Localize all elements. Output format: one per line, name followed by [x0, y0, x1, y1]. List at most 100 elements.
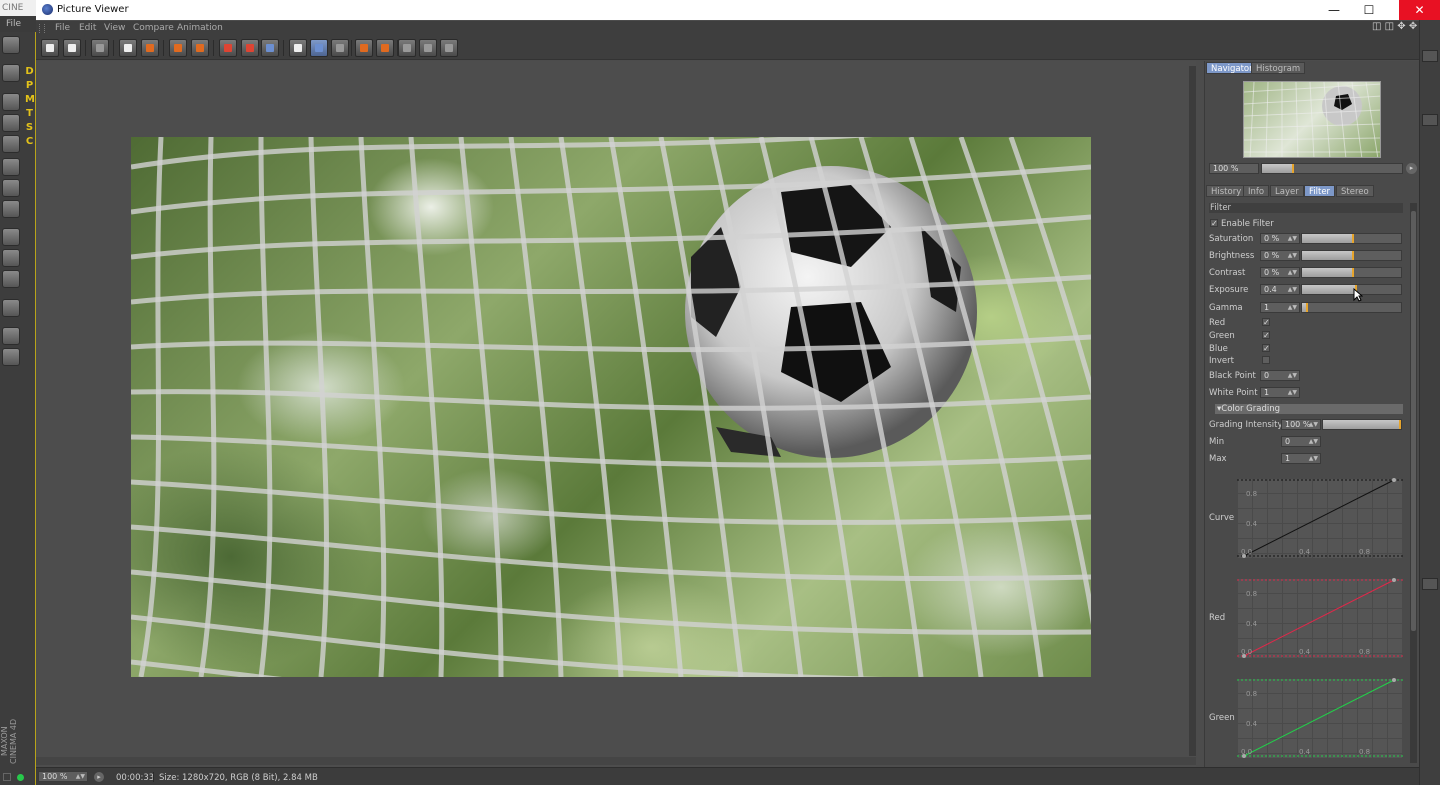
- right-tool-icon[interactable]: [1422, 114, 1438, 126]
- compare-icon[interactable]: [289, 39, 307, 57]
- save-icon[interactable]: [63, 39, 81, 57]
- panel-scrollbar-thumb[interactable]: [1411, 211, 1416, 631]
- menu-animation[interactable]: Animation: [177, 23, 223, 33]
- stepper-icon[interactable]: ▲▼: [1288, 388, 1297, 397]
- stepper-icon[interactable]: ▲▼: [1309, 437, 1318, 446]
- image-viewport[interactable]: [36, 61, 1196, 767]
- color-grading-header[interactable]: ▾Color Grading: [1215, 404, 1403, 414]
- hand-icon[interactable]: [2, 249, 20, 267]
- tab-filter[interactable]: Filter: [1304, 185, 1336, 197]
- background-menu-file[interactable]: File: [0, 16, 36, 32]
- maximize-button[interactable]: ☐: [1352, 0, 1386, 20]
- blue-channel-checkbox[interactable]: ✓: [1262, 344, 1270, 353]
- region-icon[interactable]: [119, 39, 137, 57]
- green-channel-checkbox[interactable]: ✓: [1262, 331, 1270, 340]
- tab-histogram[interactable]: Histogram: [1251, 62, 1306, 74]
- ab-icon[interactable]: [331, 39, 349, 57]
- panel-toggle-icon[interactable]: ◫: [1372, 21, 1381, 32]
- layer-icon[interactable]: [2, 135, 20, 153]
- frame-a-icon[interactable]: [219, 39, 237, 57]
- menu-edit[interactable]: Edit: [79, 23, 96, 33]
- stepper-icon[interactable]: ▲▼: [1288, 268, 1297, 277]
- gamma-field[interactable]: 1 ▲▼: [1260, 302, 1300, 313]
- frame-b-icon[interactable]: [241, 39, 259, 57]
- set-a-icon[interactable]: [355, 39, 373, 57]
- green-curve-editor[interactable]: 0.8 0.4 0.0 0.4 0.8: [1237, 678, 1403, 758]
- viewport-horizontal-scrollbar[interactable]: [36, 757, 1196, 765]
- master-curve-editor[interactable]: 0.8 0.4 0.0 0.4 0.8: [1237, 478, 1403, 558]
- play-icon[interactable]: ▸: [94, 772, 104, 782]
- min-field[interactable]: 0 ▲▼: [1281, 436, 1321, 447]
- minimize-button[interactable]: —: [1317, 0, 1351, 20]
- undo-icon[interactable]: [2, 36, 20, 54]
- tab-layer[interactable]: Layer: [1270, 185, 1304, 197]
- menu-view[interactable]: View: [104, 23, 125, 33]
- edge-icon[interactable]: [2, 200, 20, 218]
- import-icon[interactable]: [191, 39, 209, 57]
- gamma-slider[interactable]: [1301, 302, 1402, 313]
- stepper-icon[interactable]: ▲▼: [1309, 420, 1318, 429]
- white-point-field[interactable]: 1 ▲▼: [1260, 387, 1300, 398]
- stepper-icon[interactable]: ▲▼: [1288, 251, 1297, 260]
- swap-icon[interactable]: [398, 39, 416, 57]
- right-tool-icon[interactable]: [1422, 50, 1438, 62]
- tab-history[interactable]: History: [1206, 185, 1247, 197]
- viewport-vertical-scrollbar[interactable]: [1189, 66, 1196, 756]
- black-point-field[interactable]: 0 ▲▼: [1260, 370, 1300, 381]
- stepper-icon[interactable]: ▲▼: [1288, 285, 1297, 294]
- tab-stereo[interactable]: Stereo: [1336, 185, 1374, 197]
- clapper-icon[interactable]: [141, 39, 159, 57]
- open-icon[interactable]: [41, 39, 59, 57]
- brightness-slider[interactable]: [1301, 250, 1402, 261]
- right-tool-icon[interactable]: [1422, 578, 1438, 590]
- stepper-icon[interactable]: ▲▼: [1309, 454, 1318, 463]
- object-icon[interactable]: [2, 158, 20, 176]
- render-icon[interactable]: [261, 39, 279, 57]
- brightness-field[interactable]: 0 % ▲▼: [1260, 250, 1300, 261]
- saturation-field[interactable]: 0 % ▲▼: [1260, 233, 1300, 244]
- expand-arrows-icon[interactable]: ✥: [1409, 21, 1417, 32]
- panel-scrollbar[interactable]: [1410, 203, 1417, 763]
- move-tool-icon[interactable]: [2, 64, 20, 82]
- grid-tool-icon[interactable]: [2, 327, 20, 345]
- menu-file[interactable]: File: [55, 23, 70, 33]
- navigator-zoom-field[interactable]: 100 %: [1209, 163, 1259, 174]
- layout-icon[interactable]: [3, 773, 11, 781]
- contrast-slider[interactable]: [1301, 267, 1402, 278]
- export-icon[interactable]: [169, 39, 187, 57]
- status-zoom-field[interactable]: 100 % ▲▼: [38, 771, 88, 782]
- move-arrows-icon[interactable]: ✥: [1397, 21, 1405, 32]
- invert-checkbox[interactable]: [1262, 356, 1270, 364]
- stack-icon[interactable]: [419, 39, 437, 57]
- stepper-icon[interactable]: ▲▼: [1288, 303, 1297, 312]
- stepper-icon[interactable]: ▲▼: [1288, 371, 1297, 380]
- stepper-icon[interactable]: ▲▼: [76, 772, 85, 781]
- side-icon[interactable]: [440, 39, 458, 57]
- navigator-thumbnail[interactable]: [1243, 81, 1381, 158]
- exposure-field[interactable]: 0.4 ▲▼: [1260, 284, 1300, 295]
- zoom-stepper-icon[interactable]: ▸: [1406, 163, 1417, 174]
- snap-icon[interactable]: [2, 270, 20, 288]
- menu-compare[interactable]: Compare: [133, 23, 174, 33]
- paint-icon[interactable]: [2, 299, 20, 317]
- tab-navigator[interactable]: Navigator: [1206, 62, 1258, 74]
- split-icon[interactable]: [310, 39, 328, 57]
- tab-info[interactable]: Info: [1243, 185, 1270, 197]
- render-settings-icon[interactable]: [2, 348, 20, 366]
- saturation-slider[interactable]: [1301, 233, 1402, 244]
- enable-filter-checkbox[interactable]: ✓: [1210, 219, 1218, 228]
- grading-intensity-field[interactable]: 100 % ▲▼: [1281, 419, 1321, 430]
- contrast-field[interactable]: 0 % ▲▼: [1260, 267, 1300, 278]
- navigator-zoom-slider[interactable]: [1261, 163, 1403, 174]
- close-button[interactable]: ✕: [1399, 0, 1440, 20]
- stepper-icon[interactable]: ▲▼: [1288, 234, 1297, 243]
- checker-icon[interactable]: [2, 114, 20, 132]
- set-b-icon[interactable]: [376, 39, 394, 57]
- panel-split-icon[interactable]: ◫: [1385, 21, 1394, 32]
- exposure-slider[interactable]: [1301, 284, 1402, 295]
- max-field[interactable]: 1 ▲▼: [1281, 453, 1321, 464]
- red-curve-editor[interactable]: 0.8 0.4 0.0 0.4 0.8: [1237, 578, 1403, 658]
- grid-icon[interactable]: [91, 39, 109, 57]
- cube-icon[interactable]: [2, 93, 20, 111]
- grading-intensity-slider[interactable]: [1322, 419, 1402, 430]
